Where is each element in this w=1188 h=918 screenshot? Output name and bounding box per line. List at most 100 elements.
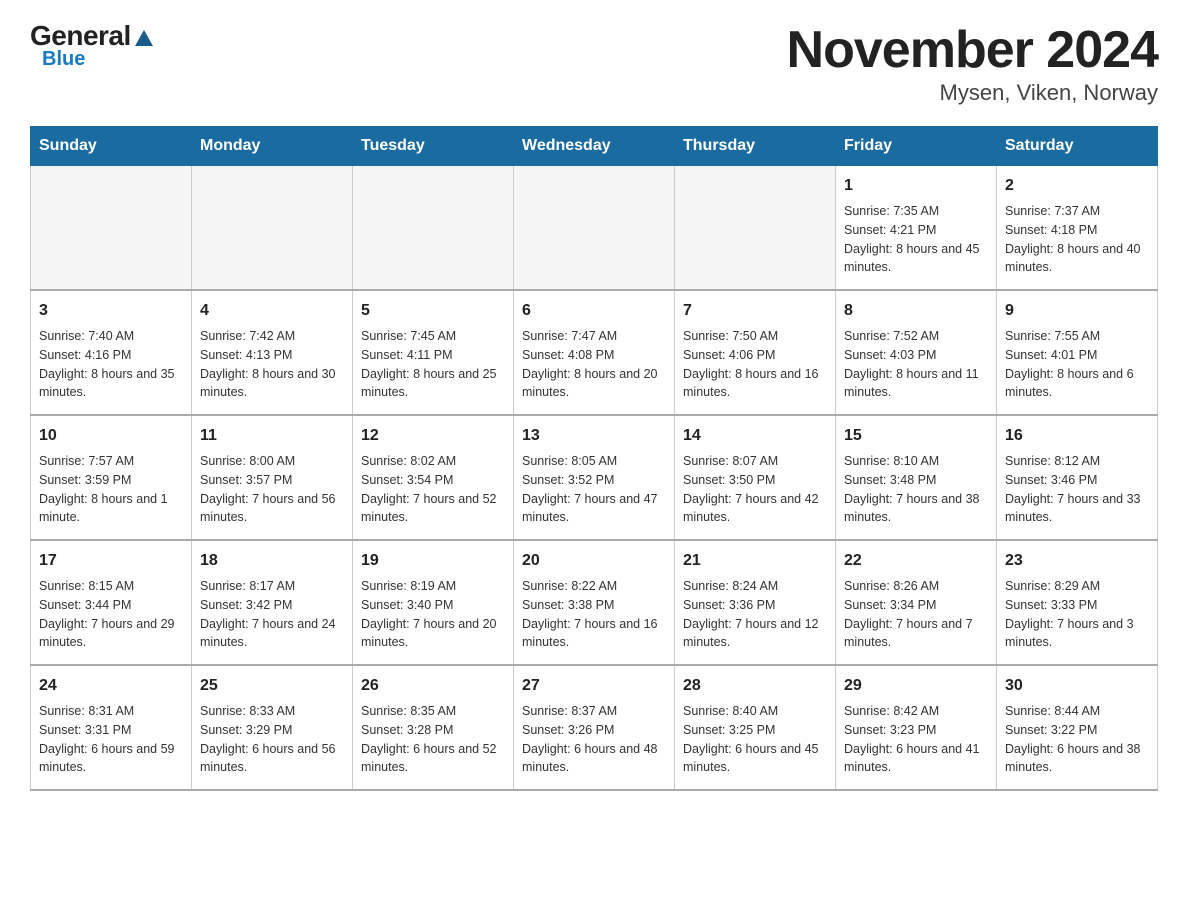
day-number: 30 <box>1005 674 1149 698</box>
day-info: Sunrise: 8:17 AMSunset: 3:42 PMDaylight:… <box>200 577 344 652</box>
calendar-cell: 11 Sunrise: 8:00 AMSunset: 3:57 PMDayligh… <box>192 415 353 540</box>
calendar-cell: 3 Sunrise: 7:40 AMSunset: 4:16 PMDaylight… <box>31 290 192 415</box>
day-info: Sunrise: 8:15 AMSunset: 3:44 PMDaylight:… <box>39 577 183 652</box>
weekday-friday: Friday <box>836 127 997 166</box>
day-info: Sunrise: 8:35 AMSunset: 3:28 PMDaylight:… <box>361 702 505 777</box>
day-info: Sunrise: 7:37 AMSunset: 4:18 PMDaylight:… <box>1005 202 1149 277</box>
day-info: Sunrise: 8:12 AMSunset: 3:46 PMDaylight:… <box>1005 452 1149 527</box>
logo-triangle-icon <box>133 26 155 48</box>
calendar-cell: 21Sunrise: 8:24 AMSunset: 3:36 PMDayligh… <box>675 540 836 665</box>
calendar-cell: 14 Sunrise: 8:07 AMSunset: 3:50 PMDayligh… <box>675 415 836 540</box>
calendar-cell: 20Sunrise: 8:22 AMSunset: 3:38 PMDayligh… <box>514 540 675 665</box>
day-info: Sunrise: 8:37 AMSunset: 3:26 PMDaylight:… <box>522 702 666 777</box>
weekday-wednesday: Wednesday <box>514 127 675 166</box>
day-info: Sunrise: 8:19 AMSunset: 3:40 PMDaylight:… <box>361 577 505 652</box>
day-info: Sunrise: 8:22 AMSunset: 3:38 PMDaylight:… <box>522 577 666 652</box>
calendar-cell <box>31 166 192 291</box>
day-info: Sunrise: 7:45 AMSunset: 4:11 PMDaylight:… <box>361 327 505 402</box>
calendar-cell: 7 Sunrise: 7:50 AMSunset: 4:06 PMDaylight… <box>675 290 836 415</box>
calendar-cell: 15 Sunrise: 8:10 AMSunset: 3:48 PMDayligh… <box>836 415 997 540</box>
weekday-saturday: Saturday <box>997 127 1158 166</box>
calendar-cell: 4Sunrise: 7:42 AMSunset: 4:13 PMDaylight… <box>192 290 353 415</box>
day-number: 7 <box>683 299 827 323</box>
calendar-cell: 6Sunrise: 7:47 AMSunset: 4:08 PMDaylight… <box>514 290 675 415</box>
day-info: Sunrise: 7:40 AMSunset: 4:16 PMDaylight:… <box>39 327 183 402</box>
logo: General Blue <box>30 20 155 71</box>
day-info: Sunrise: 7:57 AMSunset: 3:59 PMDaylight:… <box>39 452 183 527</box>
weekday-monday: Monday <box>192 127 353 166</box>
day-info: Sunrise: 8:26 AMSunset: 3:34 PMDaylight:… <box>844 577 988 652</box>
calendar-row-1: 3 Sunrise: 7:40 AMSunset: 4:16 PMDaylight… <box>31 290 1158 415</box>
day-number: 24 <box>39 674 183 698</box>
weekday-sunday: Sunday <box>31 127 192 166</box>
day-number: 26 <box>361 674 505 698</box>
calendar-cell: 29 Sunrise: 8:42 AMSunset: 3:23 PMDayligh… <box>836 665 997 790</box>
calendar-cell: 5 Sunrise: 7:45 AMSunset: 4:11 PMDaylight… <box>353 290 514 415</box>
day-number: 11 <box>200 424 344 448</box>
weekday-thursday: Thursday <box>675 127 836 166</box>
calendar-cell: 1Sunrise: 7:35 AMSunset: 4:21 PMDaylight… <box>836 166 997 291</box>
day-info: Sunrise: 7:55 AMSunset: 4:01 PMDaylight:… <box>1005 327 1149 402</box>
day-number: 14 <box>683 424 827 448</box>
day-info: Sunrise: 7:35 AMSunset: 4:21 PMDaylight:… <box>844 202 988 277</box>
day-number: 19 <box>361 549 505 573</box>
calendar-cell: 2 Sunrise: 7:37 AMSunset: 4:18 PMDaylight… <box>997 166 1158 291</box>
day-info: Sunrise: 8:00 AMSunset: 3:57 PMDaylight:… <box>200 452 344 527</box>
day-number: 2 <box>1005 174 1149 198</box>
day-number: 27 <box>522 674 666 698</box>
calendar-cell: 8Sunrise: 7:52 AMSunset: 4:03 PMDaylight… <box>836 290 997 415</box>
calendar-cell <box>675 166 836 291</box>
calendar-cell: 17Sunrise: 8:15 AMSunset: 3:44 PMDayligh… <box>31 540 192 665</box>
calendar-cell: 27 Sunrise: 8:37 AMSunset: 3:26 PMDayligh… <box>514 665 675 790</box>
day-number: 13 <box>522 424 666 448</box>
day-number: 29 <box>844 674 988 698</box>
calendar-cell: 13Sunrise: 8:05 AMSunset: 3:52 PMDayligh… <box>514 415 675 540</box>
calendar-cell: 10 Sunrise: 7:57 AMSunset: 3:59 PMDayligh… <box>31 415 192 540</box>
page-subtitle: Mysen, Viken, Norway <box>787 80 1158 106</box>
day-info: Sunrise: 8:40 AMSunset: 3:25 PMDaylight:… <box>683 702 827 777</box>
calendar-cell: 23Sunrise: 8:29 AMSunset: 3:33 PMDayligh… <box>997 540 1158 665</box>
calendar-cell: 19 Sunrise: 8:19 AMSunset: 3:40 PMDayligh… <box>353 540 514 665</box>
day-number: 9 <box>1005 299 1149 323</box>
day-info: Sunrise: 8:24 AMSunset: 3:36 PMDaylight:… <box>683 577 827 652</box>
calendar-cell: 22 Sunrise: 8:26 AMSunset: 3:34 PMDayligh… <box>836 540 997 665</box>
day-info: Sunrise: 8:42 AMSunset: 3:23 PMDaylight:… <box>844 702 988 777</box>
day-info: Sunrise: 8:44 AMSunset: 3:22 PMDaylight:… <box>1005 702 1149 777</box>
day-number: 5 <box>361 299 505 323</box>
calendar-cell: 28 Sunrise: 8:40 AMSunset: 3:25 PMDayligh… <box>675 665 836 790</box>
day-info: Sunrise: 7:50 AMSunset: 4:06 PMDaylight:… <box>683 327 827 402</box>
calendar-row-3: 17Sunrise: 8:15 AMSunset: 3:44 PMDayligh… <box>31 540 1158 665</box>
calendar-cell: 24Sunrise: 8:31 AMSunset: 3:31 PMDayligh… <box>31 665 192 790</box>
day-info: Sunrise: 8:10 AMSunset: 3:48 PMDaylight:… <box>844 452 988 527</box>
logo-blue-text: Blue <box>42 48 85 71</box>
weekday-header-row: SundayMondayTuesdayWednesdayThursdayFrid… <box>31 127 1158 166</box>
calendar-cell: 25 Sunrise: 8:33 AMSunset: 3:29 PMDayligh… <box>192 665 353 790</box>
day-number: 10 <box>39 424 183 448</box>
day-number: 23 <box>1005 549 1149 573</box>
calendar-row-4: 24Sunrise: 8:31 AMSunset: 3:31 PMDayligh… <box>31 665 1158 790</box>
day-number: 8 <box>844 299 988 323</box>
calendar-cell <box>353 166 514 291</box>
day-info: Sunrise: 8:02 AMSunset: 3:54 PMDaylight:… <box>361 452 505 527</box>
header: General Blue November 2024 Mysen, Viken,… <box>30 20 1158 106</box>
day-info: Sunrise: 8:07 AMSunset: 3:50 PMDaylight:… <box>683 452 827 527</box>
calendar-row-0: 1Sunrise: 7:35 AMSunset: 4:21 PMDaylight… <box>31 166 1158 291</box>
title-block: November 2024 Mysen, Viken, Norway <box>787 20 1158 106</box>
calendar-table: SundayMondayTuesdayWednesdayThursdayFrid… <box>30 126 1158 791</box>
day-number: 3 <box>39 299 183 323</box>
calendar-cell: 16Sunrise: 8:12 AMSunset: 3:46 PMDayligh… <box>997 415 1158 540</box>
calendar-cell: 30 Sunrise: 8:44 AMSunset: 3:22 PMDayligh… <box>997 665 1158 790</box>
day-number: 18 <box>200 549 344 573</box>
calendar-cell: 18 Sunrise: 8:17 AMSunset: 3:42 PMDayligh… <box>192 540 353 665</box>
calendar-cell <box>192 166 353 291</box>
day-number: 25 <box>200 674 344 698</box>
day-number: 4 <box>200 299 344 323</box>
day-info: Sunrise: 8:33 AMSunset: 3:29 PMDaylight:… <box>200 702 344 777</box>
day-number: 28 <box>683 674 827 698</box>
day-number: 22 <box>844 549 988 573</box>
calendar-cell: 9 Sunrise: 7:55 AMSunset: 4:01 PMDaylight… <box>997 290 1158 415</box>
calendar-cell <box>514 166 675 291</box>
calendar-row-2: 10 Sunrise: 7:57 AMSunset: 3:59 PMDayligh… <box>31 415 1158 540</box>
day-number: 15 <box>844 424 988 448</box>
day-info: Sunrise: 7:47 AMSunset: 4:08 PMDaylight:… <box>522 327 666 402</box>
